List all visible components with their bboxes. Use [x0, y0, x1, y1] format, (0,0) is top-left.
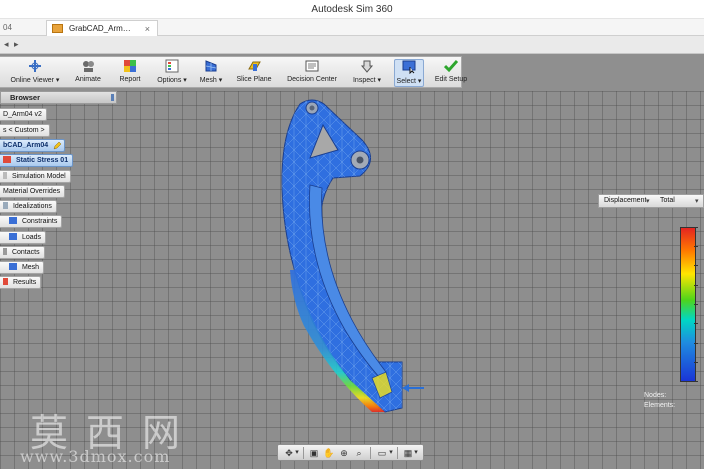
result-type-dropdown[interactable]: Displacement [604, 197, 646, 204]
browser-node-static-stress[interactable]: Static Stress 01 [0, 154, 74, 167]
browser-node-material-overrides[interactable]: Material Overrides [0, 185, 66, 198]
navigation-bar: ✥ ▾ ▣ ✋ ⊕ ⌕ ▭ ▾ ▦ ▾ [277, 444, 424, 461]
slice-plane-icon [248, 61, 261, 71]
browser-node-constraints[interactable]: Constraints [0, 215, 63, 228]
pencil-icon[interactable] [53, 142, 62, 150]
browser-node-mesh[interactable]: Mesh [0, 261, 45, 274]
title-bar: Autodesk Sim 360 [0, 0, 704, 19]
document-tab-bar: 04 GrabCAD_Arm… × [0, 19, 704, 36]
decision-center-button[interactable]: Decision Center [284, 59, 340, 87]
chevron-down-icon[interactable]: ▾ [646, 197, 650, 205]
animate-button[interactable]: Animate [70, 59, 106, 87]
tab-label: GrabCAD_Arm… [69, 24, 131, 33]
browser-node-results[interactable]: Results [0, 276, 42, 289]
select-icon [402, 60, 416, 74]
tab-grabcad-arm[interactable]: GrabCAD_Arm… × [46, 20, 158, 36]
result-type-selector[interactable]: Displacement ▾ Total ▾ [598, 194, 704, 208]
online-viewer-button[interactable]: Online Viewer ▾ [8, 59, 62, 87]
browser-title: Browser [10, 93, 41, 102]
report-button[interactable]: Report [114, 59, 146, 87]
loads-icon [9, 233, 17, 240]
browser-node-design[interactable]: D_Arm04 v2 [0, 108, 47, 121]
tab-close-icon[interactable]: × [145, 21, 150, 37]
ribbon-toolbar: Online Viewer ▾ Animate Report Options ▾… [0, 56, 467, 88]
browser-node-idealizations[interactable]: Idealizations [0, 200, 57, 213]
chevron-down-icon-2[interactable]: ▾ [695, 197, 699, 205]
decision-center-icon [305, 60, 319, 72]
inspect-button[interactable]: Inspect ▾ [350, 59, 384, 87]
display-mode-icon[interactable]: ▭ [375, 447, 389, 459]
online-viewer-icon [29, 60, 41, 72]
slice-plane-button[interactable]: Slice Plane [234, 59, 274, 87]
pan-icon[interactable]: ✋ [322, 447, 336, 459]
mesh-button[interactable]: Mesh ▾ [196, 59, 226, 87]
edit-setup-icon [444, 60, 458, 73]
simulation-model-icon [3, 172, 7, 179]
animate-icon [83, 61, 94, 72]
elements-label: Elements: [644, 402, 676, 409]
nodes-label: Nodes: [644, 392, 667, 399]
look-at-icon[interactable]: ▣ [307, 447, 321, 459]
quick-access-bar: ◂ ▸ [0, 36, 704, 54]
static-stress-icon [3, 156, 11, 163]
load-arrow-icon [402, 384, 424, 392]
zoom-icon[interactable]: ⊕ [337, 447, 351, 459]
options-icon [165, 59, 179, 73]
browser-node-loads[interactable]: Loads [0, 231, 47, 244]
result-component-dropdown[interactable]: Total [660, 197, 675, 204]
browser-node-study-custom[interactable]: s < Custom > [0, 124, 50, 137]
report-icon [124, 60, 136, 72]
browser-panel-header[interactable]: Browser [0, 91, 117, 104]
watermark-url: www.3dmox.com [20, 447, 171, 466]
forward-arrow-icon[interactable]: ▸ [14, 39, 19, 50]
browser-node-simulation-model[interactable]: Simulation Model [0, 170, 71, 183]
window-title: Autodesk Sim 360 [311, 4, 393, 15]
document-icon [52, 24, 63, 33]
idealizations-icon [3, 202, 8, 209]
select-button[interactable]: Select ▾ [394, 59, 424, 87]
constraints-icon [9, 217, 17, 224]
inspect-icon [360, 60, 374, 73]
chevron-down-icon-5[interactable]: ▾ [413, 447, 419, 459]
zoom-window-icon[interactable]: ⌕ [352, 447, 366, 459]
browser-node-component[interactable]: bCAD_Arm04 [0, 139, 66, 152]
back-arrow-icon[interactable]: ◂ [4, 39, 9, 50]
chevron-down-icon-3[interactable]: ▾ [294, 447, 300, 459]
contacts-icon [3, 248, 7, 255]
results-icon [3, 278, 8, 285]
mesh-icon [205, 60, 217, 72]
legend-ticks [694, 227, 700, 382]
edit-setup-button[interactable]: Edit Setup [432, 59, 470, 87]
mesh-node-icon [9, 263, 17, 270]
options-button[interactable]: Options ▾ [152, 59, 192, 87]
browser-node-contacts[interactable]: Contacts [0, 246, 45, 259]
tab-previous-document[interactable]: 04 [0, 20, 44, 36]
3d-viewport[interactable]: 莫西网 www.3dmox.com [0, 91, 704, 469]
chevron-down-icon-4[interactable]: ▾ [388, 447, 394, 459]
pin-icon[interactable] [111, 94, 114, 101]
